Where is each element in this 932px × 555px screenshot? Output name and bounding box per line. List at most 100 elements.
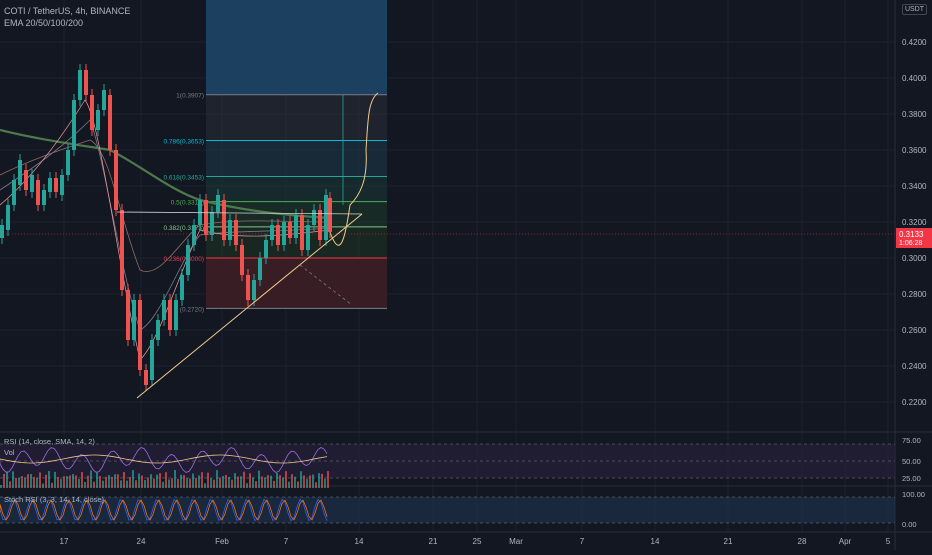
price-tick-label: 0.3000 xyxy=(902,254,927,263)
volume-bar xyxy=(105,476,107,488)
candle-body xyxy=(144,370,148,385)
time-tick-label: 14 xyxy=(651,537,660,546)
volume-bar xyxy=(144,479,146,488)
candle-body xyxy=(174,300,178,330)
volume-bar xyxy=(42,483,44,488)
price-tick-label: 0.3400 xyxy=(902,182,927,191)
candle-body xyxy=(204,200,208,235)
volume-bar xyxy=(129,476,131,488)
volume-bar xyxy=(180,474,182,488)
candle-body xyxy=(0,225,4,238)
volume-bar xyxy=(246,483,248,488)
candle-body xyxy=(18,160,22,185)
candle-body xyxy=(54,178,58,192)
candle-body xyxy=(192,225,196,245)
volume-bar xyxy=(300,471,302,488)
candle-body xyxy=(42,190,46,205)
candle-body xyxy=(72,100,76,150)
volume-bar xyxy=(153,478,155,488)
time-tick-label: 28 xyxy=(798,537,807,546)
candle-body xyxy=(234,220,238,245)
volume-bar xyxy=(120,480,122,488)
volume-bar xyxy=(231,479,233,488)
fib-level-label: 1(0.3907) xyxy=(176,93,204,100)
volume-bar xyxy=(27,474,29,488)
volume-bar xyxy=(210,478,212,488)
volume-bar xyxy=(216,470,218,488)
time-tick-label: 7 xyxy=(580,537,585,546)
price-tick-label: 0.4000 xyxy=(902,74,927,83)
price-axis[interactable]: 0.4200 0.4000 0.3800 0.3600 0.3400 0.3200 0.30… xyxy=(902,38,927,407)
time-tick-label: Mar xyxy=(509,537,523,546)
volume-bar xyxy=(285,471,287,488)
time-tick-label: 14 xyxy=(355,537,364,546)
volume-bar xyxy=(270,475,272,488)
volume-bar xyxy=(252,477,254,488)
candle-body xyxy=(60,175,64,195)
current-price-value: 0.3133 xyxy=(899,230,924,239)
volume-bar xyxy=(165,472,167,488)
volume-bar xyxy=(33,476,35,488)
volume-bar xyxy=(312,474,314,488)
candle-body xyxy=(36,180,40,205)
candle-body xyxy=(324,195,328,240)
time-axis[interactable]: 17 24 Feb 7 14 21 25 Mar 7 14 21 28 Apr 5 xyxy=(60,537,891,546)
fib-level-label: (0.2720) xyxy=(180,306,204,313)
volume-bar xyxy=(141,475,143,488)
volume-bar xyxy=(108,475,110,488)
volume-bar xyxy=(294,476,296,488)
fib-zone xyxy=(206,176,387,202)
currency-badge[interactable]: USDT xyxy=(901,4,927,15)
candle-body xyxy=(288,222,292,238)
volume-bar xyxy=(219,477,221,488)
symbol-title[interactable]: COTI / TetherUS, 4h, BINANCE xyxy=(4,6,130,16)
volume-bar xyxy=(279,475,281,488)
volume-bar xyxy=(162,481,164,488)
volume-bar xyxy=(72,474,74,488)
volume-bar xyxy=(264,477,266,488)
volume-bar xyxy=(78,479,80,488)
candle-body xyxy=(252,280,256,300)
ema-indicator-title[interactable]: EMA 20/50/100/200 xyxy=(4,18,83,28)
candle-body xyxy=(24,170,28,190)
fib-level-label: 0.786(0.3653) xyxy=(164,138,204,145)
candle-body xyxy=(300,215,304,250)
long-target-zone[interactable] xyxy=(206,0,387,95)
volume-bar xyxy=(291,474,293,488)
volume-bar xyxy=(177,478,179,488)
volume-bar xyxy=(150,474,152,488)
candle-body xyxy=(108,95,112,150)
volume-bar xyxy=(195,478,197,488)
candle-body xyxy=(270,225,274,240)
candle-body xyxy=(306,225,310,250)
volume-bar xyxy=(273,480,275,488)
candle-body xyxy=(84,70,88,95)
tradingview-chart-window[interactable]: 1(0.3907) 0.786(0.3653) 0.618(0.3453) 0.5(0… xyxy=(0,0,932,550)
volume-bar xyxy=(282,477,284,488)
volume-bar xyxy=(90,470,92,488)
volume-bar xyxy=(36,477,38,488)
candle-body xyxy=(276,225,280,245)
fib-retracement[interactable]: 1(0.3907)0.786(0.3653)0.618(0.3453)0.5(0… xyxy=(164,93,387,314)
price-tick-label: 0.2600 xyxy=(902,326,927,335)
volume-bar xyxy=(3,473,5,488)
price-chart[interactable]: 1(0.3907)0.786(0.3653)0.618(0.3453)0.5(0… xyxy=(0,0,932,550)
stoch-label: Stoch RSI (3, 3, 14, 14, close) xyxy=(4,495,105,504)
volume-bar xyxy=(234,473,236,488)
volume-bar xyxy=(12,471,14,488)
volume-bar xyxy=(24,477,26,488)
volume-bar xyxy=(297,481,299,488)
candle-body xyxy=(216,195,220,212)
candle-body xyxy=(318,210,322,240)
time-tick-label: 5 xyxy=(886,537,891,546)
volume-bar xyxy=(51,482,53,488)
volume-bar xyxy=(21,476,23,488)
candle-body xyxy=(246,275,250,300)
time-tick-label: 21 xyxy=(724,537,733,546)
rsi-tick-25: 25.00 xyxy=(902,474,921,483)
volume-bar xyxy=(309,475,311,488)
volume-bar xyxy=(81,472,83,488)
time-tick-label: 21 xyxy=(429,537,438,546)
candle-body xyxy=(102,90,106,110)
candle-body xyxy=(180,275,184,300)
